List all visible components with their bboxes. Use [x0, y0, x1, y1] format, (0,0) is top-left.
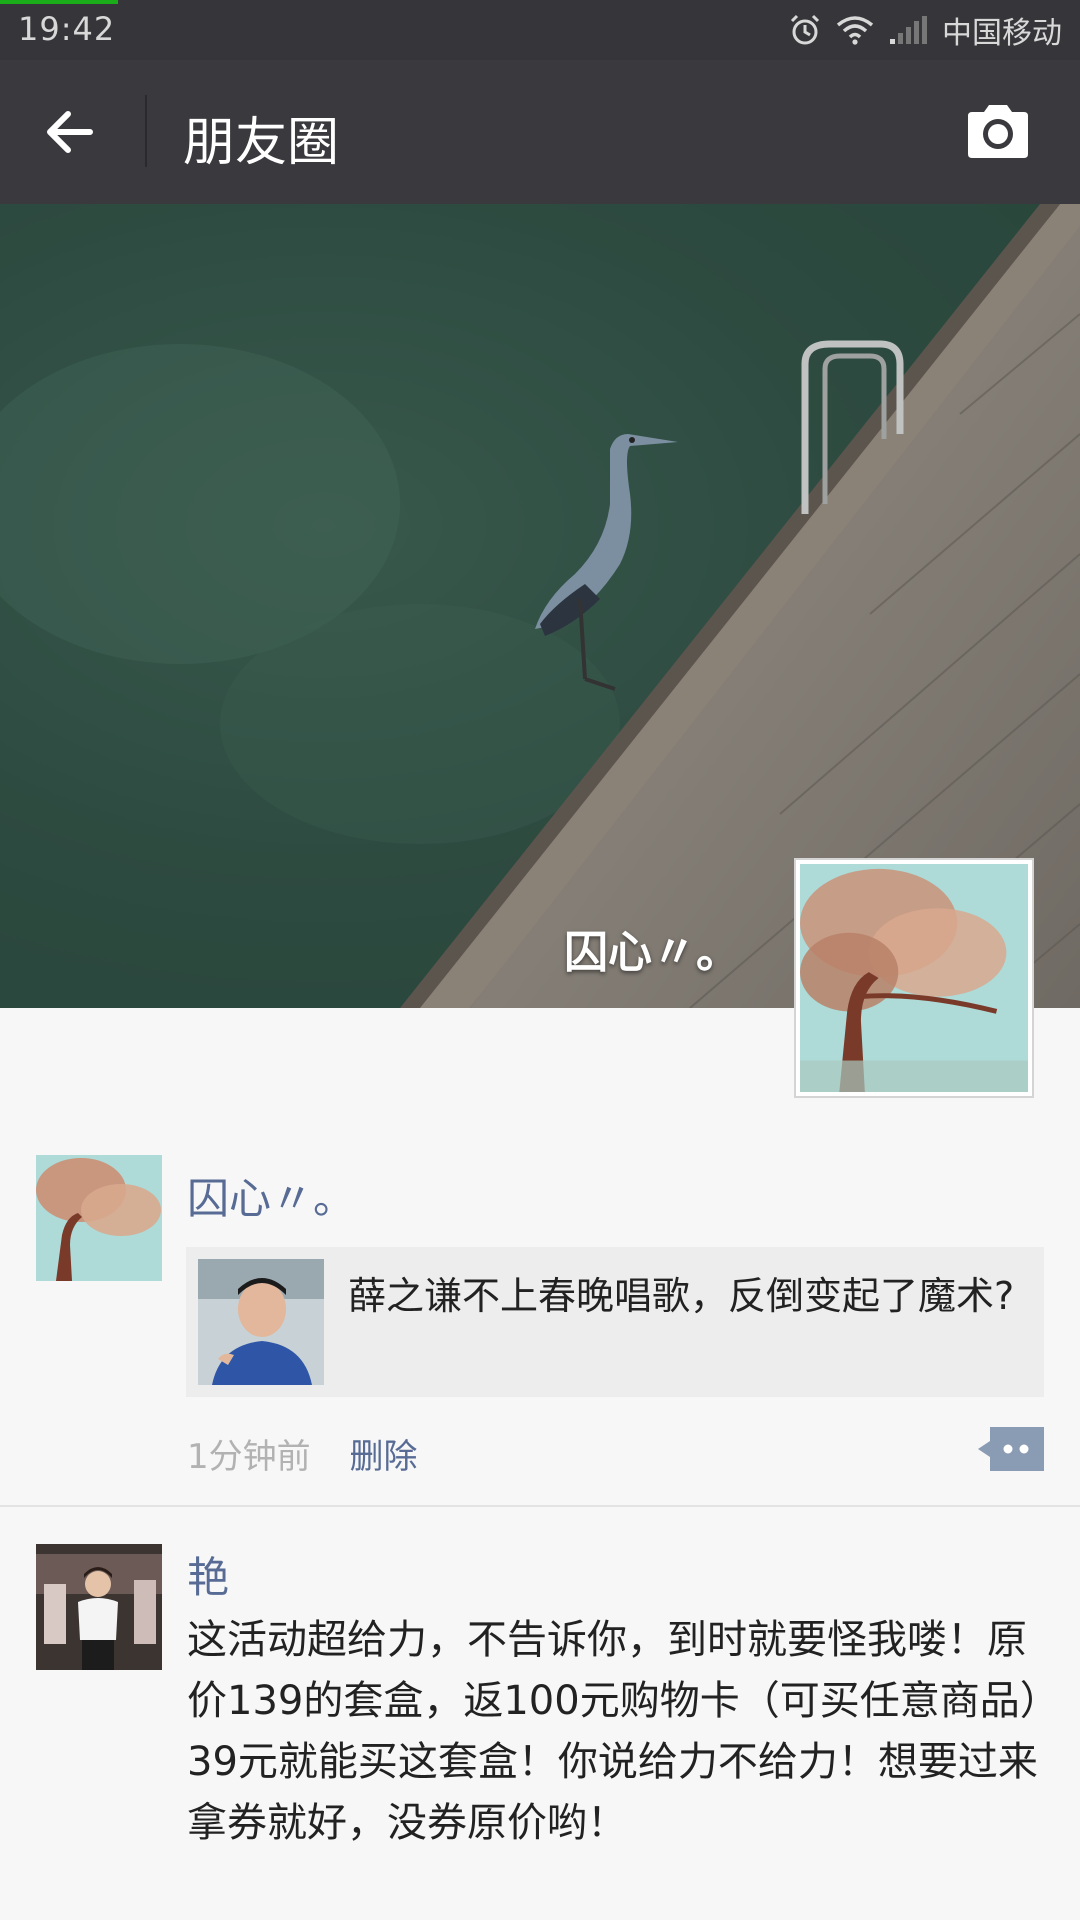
status-time: 19:42 [18, 10, 116, 48]
signal-icon [890, 16, 927, 44]
carrier-name: 中国移动 [942, 16, 1062, 51]
moment-post: 囚心〃。 薛之谦不上春晚唱歌，反倒变起了魔术? 1分钟前 删除 [0, 1155, 1080, 1505]
shared-link-card[interactable]: 薛之谦不上春晚唱歌，反倒变起了魔术? [186, 1247, 1044, 1397]
avatar-tree-image [800, 864, 1028, 1092]
moment-post: 艳 这活动超给力，不告诉你，到时就要怪我喽！原价139的套盒，返100元购物卡（… [0, 1544, 1080, 1920]
post-avatar[interactable] [36, 1155, 162, 1281]
comment-more-icon[interactable] [978, 1427, 1044, 1471]
profile-avatar[interactable] [794, 858, 1034, 1098]
delete-button[interactable]: 删除 [349, 1437, 417, 1477]
post-text: 这活动超给力，不告诉你，到时就要怪我喽！原价139的套盒，返100元购物卡（可买… [187, 1617, 1040, 1846]
alarm-icon [790, 14, 820, 45]
loading-progress [0, 0, 118, 4]
post-username[interactable]: 囚心〃。 [187, 1165, 355, 1226]
post-avatar[interactable] [36, 1544, 162, 1670]
shared-link-title: 薛之谦不上春晚唱歌，反倒变起了魔术? [348, 1274, 1015, 1318]
wifi-icon [836, 16, 874, 45]
status-icons: 中国移动 [788, 8, 1062, 52]
camera-icon[interactable] [964, 102, 1032, 160]
post-separator [0, 1505, 1080, 1507]
shared-link-thumbnail [198, 1259, 324, 1385]
post-username[interactable]: 艳 [187, 1544, 229, 1605]
nav-divider [145, 95, 147, 167]
cover-username[interactable]: 囚心〃。 [564, 916, 740, 980]
post-meta: 1分钟前 删除 [187, 1429, 417, 1478]
nav-bar: 朋友圈 [0, 60, 1080, 204]
page-title: 朋友圈 [183, 113, 340, 173]
back-arrow-icon[interactable] [40, 100, 104, 164]
post-time: 1分钟前 [187, 1437, 311, 1477]
status-bar: 19:42 中国移动 [0, 0, 1080, 60]
